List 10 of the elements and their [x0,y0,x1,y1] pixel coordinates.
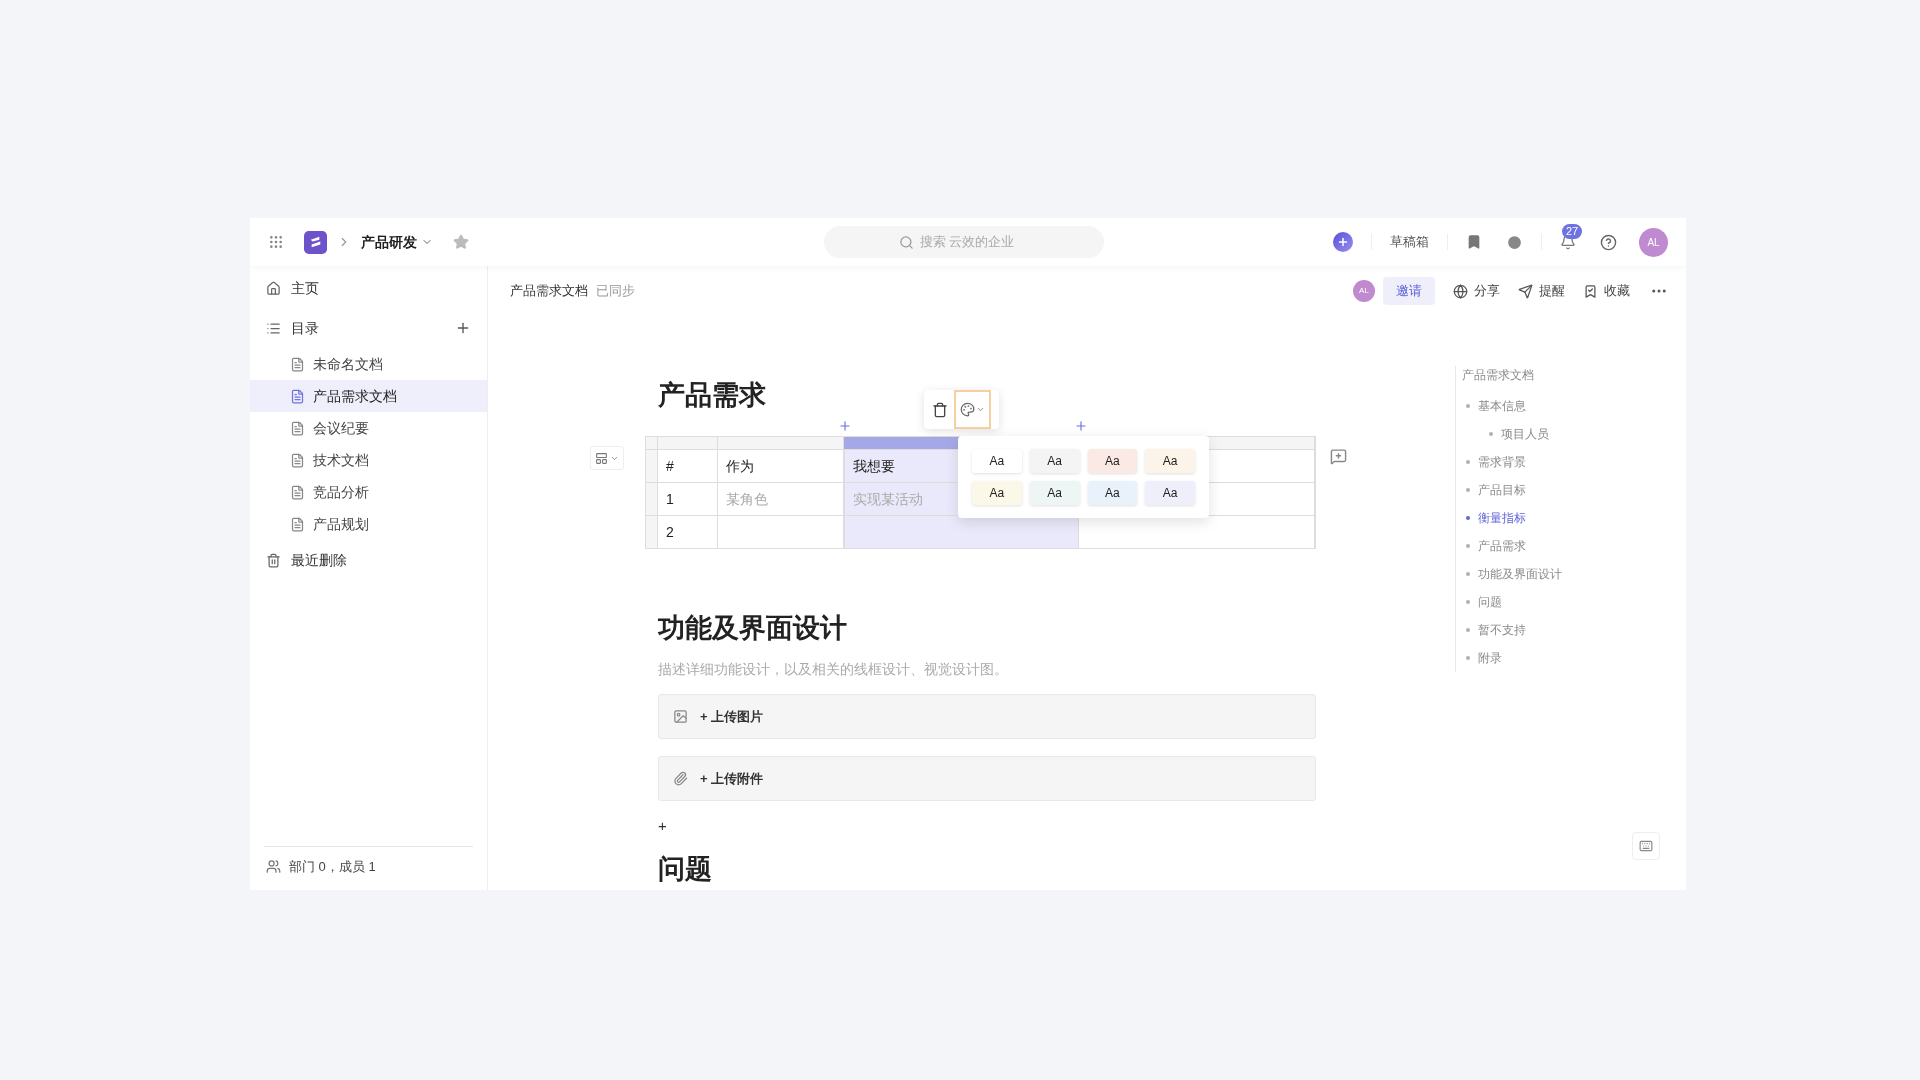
catalog-label: 目录 [291,318,319,338]
collaborator-avatar: AL [1353,280,1375,302]
section-description: 描述详细功能设计，以及相关的线框设计、视觉设计图。 [658,660,1009,679]
document-breadcrumb: 产品需求文档 [510,282,588,301]
section-heading: 功能及界面设计 [658,612,848,645]
section-heading: 问题 [658,852,713,886]
sync-status: 已同步 [596,282,635,301]
section-heading: 产品需求 [658,379,766,412]
members-summary: 部门 0，成员 1 [289,857,376,876]
notification-badge: 27 [1562,224,1583,239]
